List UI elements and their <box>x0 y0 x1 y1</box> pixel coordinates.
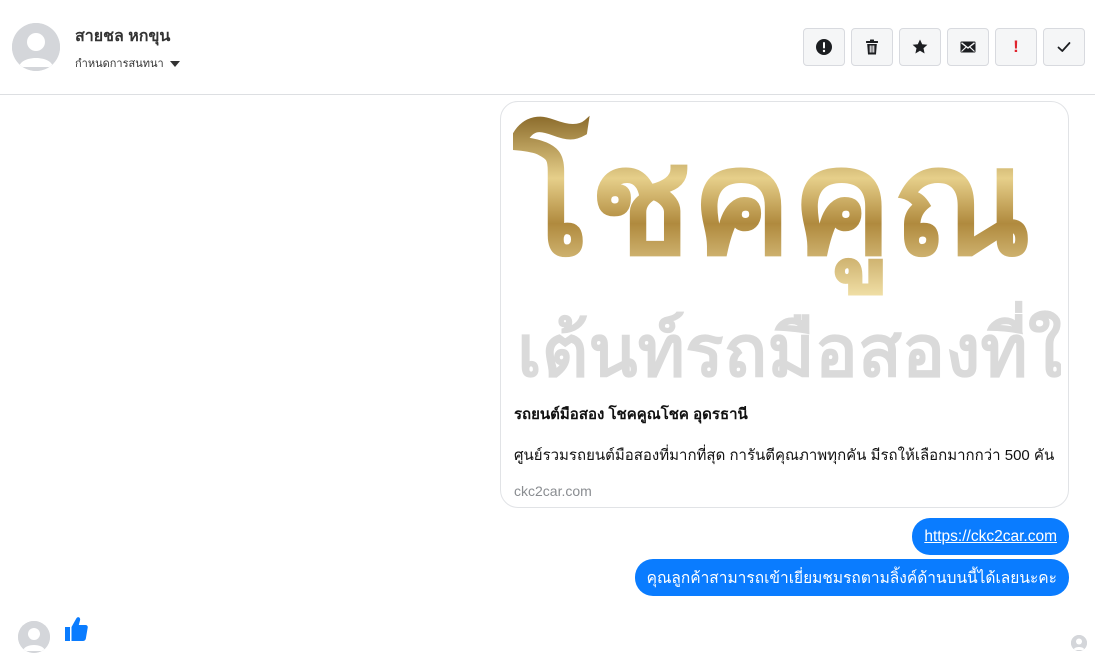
contact-name: สายชล หกขุน <box>75 28 171 45</box>
checkmark-icon <box>1057 42 1071 52</box>
star-icon <box>912 39 928 54</box>
alert-circle-icon <box>816 39 832 55</box>
trash-icon <box>866 39 878 55</box>
link-preview-image: โชคคูณ เต้นท์รถมือสองที่ใ <box>513 114 1061 386</box>
conversation-setting-label: กำหนดการสนทนา <box>75 58 164 70</box>
contact-avatar-icon <box>18 621 50 653</box>
read-receipt-avatar-icon <box>1071 635 1087 651</box>
user-avatar-icon[interactable] <box>12 23 60 71</box>
conversation-setting-dropdown[interactable]: กำหนดการสนทนา <box>75 54 180 72</box>
exclamation-icon: ! <box>1013 37 1019 56</box>
caret-down-icon <box>169 60 180 67</box>
report-button[interactable] <box>803 28 845 66</box>
thumbs-up-icon <box>65 617 88 641</box>
message-text-bubble: คุณลูกค้าสามารถเข้าเยี่ยมชมรถตามลิ้งค์ด้… <box>634 559 1069 596</box>
mark-unread-button[interactable] <box>947 28 989 66</box>
delete-button[interactable] <box>851 28 893 66</box>
message-link-bubble[interactable]: https://ckc2car.com <box>912 518 1069 555</box>
logo-line2: เต้นท์รถมือสองที่ใ <box>517 300 1061 386</box>
link-preview-description: ศูนย์รวมรถยนต์มือสองที่มากที่สุด การันตี… <box>514 447 1055 464</box>
mark-done-button[interactable] <box>1043 28 1085 66</box>
envelope-icon <box>960 41 976 53</box>
conversation-header: สายชล หกขุน กำหนดการสนทนา ! <box>0 0 1095 95</box>
star-button[interactable] <box>899 28 941 66</box>
conversation-toolbar: ! <box>803 28 1085 66</box>
logo-line1: โชคคูณ <box>513 115 1031 296</box>
link-preview-domain: ckc2car.com <box>514 483 592 499</box>
mark-important-button[interactable]: ! <box>995 28 1037 66</box>
link-preview-card[interactable]: โชคคูณ เต้นท์รถมือสองที่ใ รถยนต์มือสอง โ… <box>500 101 1069 508</box>
link-preview-title: รถยนต์มือสอง โชคคูณโชค อุดรธานี <box>514 406 748 423</box>
